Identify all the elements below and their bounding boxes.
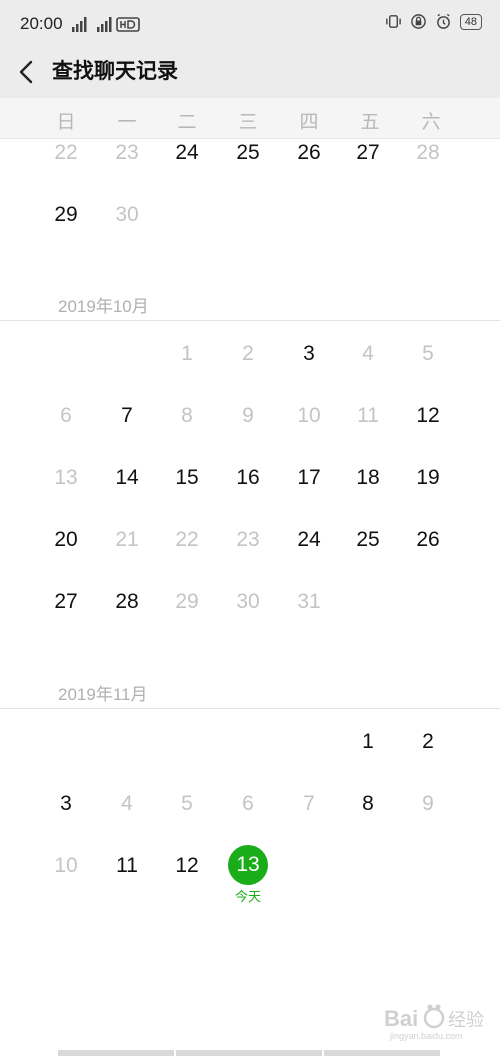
calendar-day-oct-13: 13 [54,466,78,489]
calendar-day-oct-12[interactable]: 12 [400,402,456,430]
calendar-day-nov-2[interactable]: 2 [400,728,456,756]
battery-indicator: 48 [459,13,482,30]
bottom-bar-segment [176,1050,322,1056]
weekday-mon: 一 [117,112,137,133]
calendar-day-oct-9: 9 [242,404,254,427]
calendar-day-nov-11[interactable]: 11 [99,852,155,880]
calendar-day-oct-2: 2 [242,342,254,365]
divider [0,708,500,709]
calendar-day-oct-29: 29 [175,590,199,613]
calendar-day-sep-27[interactable]: 27 [340,139,396,167]
weekday-sat: 六 [421,112,441,133]
today-label: 今天 [234,889,261,904]
lock-rotation-icon [410,14,426,29]
calendar-day-nov-9: 9 [422,792,434,815]
calendar-day-nov-4: 4 [121,792,133,815]
calendar-day-sep-26[interactable]: 26 [281,139,337,167]
calendar-day-sep-28: 28 [416,141,440,164]
calendar-day-today[interactable]: 13 [228,851,268,879]
alarm-icon [436,13,450,29]
divider [0,320,500,321]
calendar-day-nov-12[interactable]: 12 [159,852,215,880]
calendar-day-oct-11: 11 [357,404,379,427]
weekday-tue: 二 [177,112,197,133]
calendar-day-oct-22: 22 [175,528,199,551]
calendar-day-nov-8[interactable]: 8 [340,790,396,818]
calendar-day-oct-8: 8 [181,404,193,427]
baidu-jingyan-watermark: Bai 经验 jingyan.baidu.com [384,1004,484,1041]
calendar-day-oct-15[interactable]: 15 [159,464,215,492]
calendar-day-nov-10: 10 [54,854,78,877]
calendar-day-nov-7: 7 [303,792,315,815]
calendar-day-oct-17[interactable]: 17 [281,464,337,492]
status-icons: 48 [385,13,482,30]
calendar-day-oct-23: 23 [236,528,260,551]
calendar-day-nov-6: 6 [242,792,254,815]
page-title: 查找聊天记录 [52,60,178,83]
calendar-day-oct-24[interactable]: 24 [281,526,337,554]
weekday-wed: 三 [238,112,258,133]
calendar-day-oct-20[interactable]: 20 [38,526,94,554]
calendar-day-sep-24[interactable]: 24 [159,139,215,167]
bottom-bar-segment [324,1050,440,1056]
status-bar: 20:00 48 [0,0,500,46]
bottom-bar-segment [58,1050,174,1056]
calendar-day-sep-25[interactable]: 25 [220,139,276,167]
calendar-day-nov-5: 5 [181,792,193,815]
svg-text:经验: 经验 [448,1010,484,1031]
calendar-day-nov-1[interactable]: 1 [340,728,396,756]
calendar-day-oct-14[interactable]: 14 [99,464,155,492]
calendar-day-oct-10: 10 [297,404,321,427]
svg-text:Bai: Bai [384,1006,418,1031]
calendar-day-sep-22: 22 [54,141,78,164]
vibrate-icon [385,15,401,28]
calendar-day-sep-23: 23 [115,141,139,164]
calendar-day-oct-6: 6 [60,404,72,427]
svg-text:jingyan.baidu.com: jingyan.baidu.com [389,1031,463,1041]
calendar-day-oct-1: 1 [181,342,193,365]
calendar-day-oct-31: 31 [297,590,321,613]
calendar-day-sep-30: 30 [115,203,139,226]
weekday-sun: 日 [56,112,76,133]
hd-icon [116,17,140,32]
weekday-thu: 四 [299,112,319,133]
month-label-october: 2019年10月 [58,297,149,316]
signal-4g-icon [97,17,112,32]
calendar-day-oct-28[interactable]: 28 [99,588,155,616]
calendar-day-oct-18[interactable]: 18 [340,464,396,492]
calendar-day-oct-3[interactable]: 3 [281,340,337,368]
weekday-fri: 五 [360,112,380,133]
weekday-header: 日 一 二 三 四 五 六 [0,98,500,139]
calendar-day-oct-19[interactable]: 19 [400,464,456,492]
calendar-day-oct-30: 30 [236,590,260,613]
back-arrow-icon[interactable] [12,56,42,88]
calendar-day-oct-27[interactable]: 27 [38,588,94,616]
calendar-day-oct-4: 4 [362,342,374,365]
calendar-day-oct-7[interactable]: 7 [99,402,155,430]
top-bar: 查找聊天记录 [0,46,500,98]
calendar-day-oct-25[interactable]: 25 [340,526,396,554]
calendar-day-oct-21: 21 [115,528,139,551]
calendar-day-oct-16[interactable]: 16 [220,464,276,492]
calendar-day-oct-5: 5 [422,342,434,365]
signal-icon [72,17,87,32]
calendar-day-sep-29[interactable]: 29 [38,201,94,229]
status-time: 20:00 [20,14,63,33]
calendar-day-nov-3[interactable]: 3 [38,790,94,818]
month-label-november: 2019年11月 [58,685,148,704]
calendar-day-oct-26[interactable]: 26 [400,526,456,554]
